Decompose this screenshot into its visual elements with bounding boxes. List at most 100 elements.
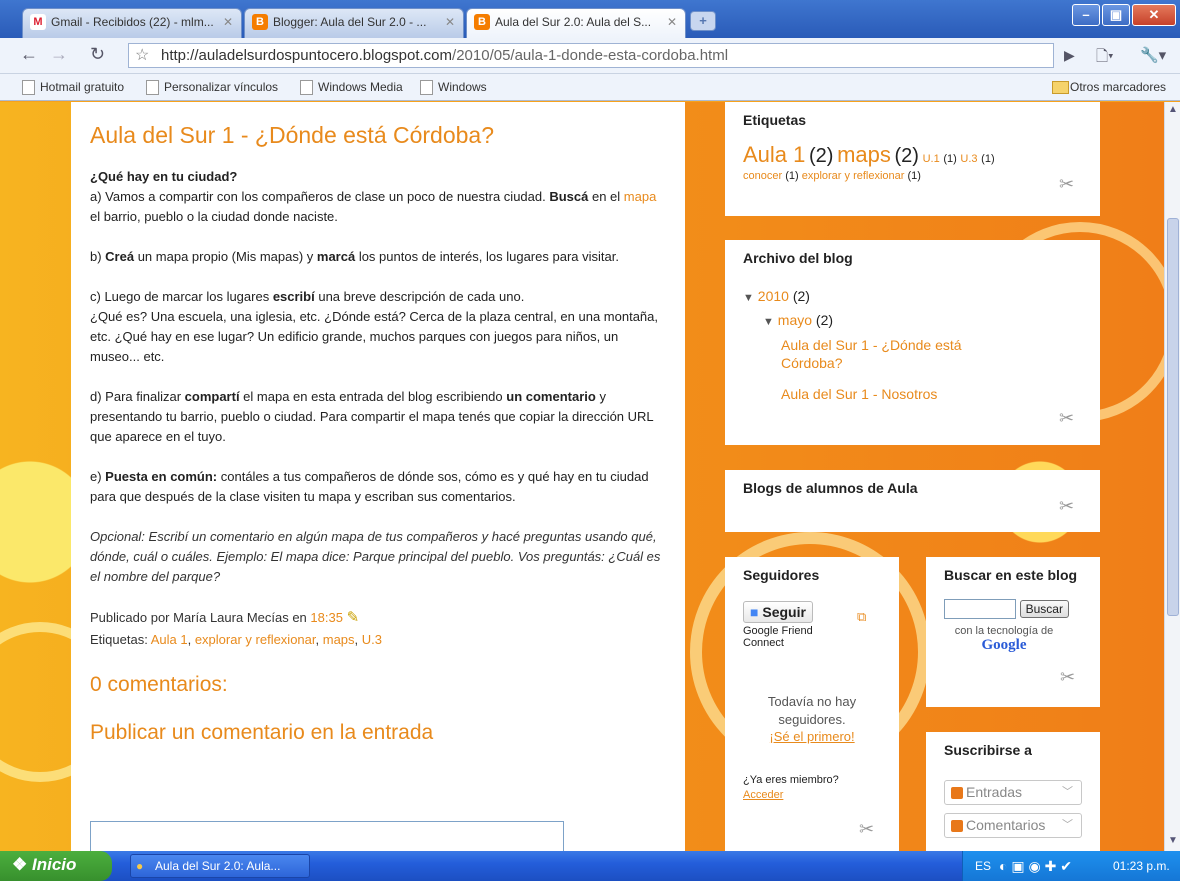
new-tab-button[interactable]: +	[690, 11, 716, 31]
label-explorar[interactable]: explorar y reflexionar	[802, 170, 905, 182]
taskbar-window-button[interactable]: ● Aula del Sur 2.0: Aula...	[130, 854, 310, 878]
close-tab-icon[interactable]: ✕	[445, 9, 455, 35]
label-count: (2)	[809, 145, 834, 167]
subscribe-posts-dropdown[interactable]: Entradas ﹀	[944, 780, 1082, 805]
label-count: (1)	[907, 170, 921, 182]
archive-post-title[interactable]: Aula del Sur 1 - ¿Dónde está Córdoba?	[781, 337, 962, 371]
text: b)	[90, 249, 106, 264]
edit-widget-icon[interactable]: ✂	[1059, 408, 1074, 429]
widget-title: Suscribirse a	[944, 742, 1032, 758]
dropdown-label: Comentarios	[966, 817, 1046, 833]
blogger-icon: B	[474, 14, 490, 30]
close-window-button[interactable]: ✕	[1132, 4, 1176, 26]
archive-year-link[interactable]: 2010	[758, 288, 789, 304]
edit-pencil-icon[interactable]: ✎	[347, 609, 360, 626]
tab-aula-del-sur[interactable]: B Aula del Sur 2.0: Aula del S... ✕	[466, 8, 686, 39]
wrench-menu-icon[interactable]: 🔧▾	[1140, 46, 1166, 64]
label-u1[interactable]: U.1	[923, 153, 940, 165]
label-link[interactable]: explorar y reflexionar	[195, 632, 316, 647]
text-bold: escribí	[272, 289, 315, 304]
be-first-link[interactable]: ¡Sé el primero!	[769, 729, 854, 744]
google-plus-icon: ■	[750, 604, 759, 620]
widget-title: Seguidores	[743, 567, 820, 583]
text-bold: un comentario	[506, 389, 596, 404]
bookmark-personalizar[interactable]: Personalizar vínculos	[146, 80, 278, 95]
label-maps[interactable]: maps	[837, 142, 891, 167]
post-time-link[interactable]: 18:35	[310, 610, 343, 625]
back-icon[interactable]: ←	[20, 44, 38, 65]
collapse-triangle-icon[interactable]: ▼	[763, 316, 774, 328]
collapse-triangle-icon[interactable]: ▼	[743, 292, 754, 304]
vertical-scrollbar[interactable]: ▲ ▼	[1164, 102, 1180, 851]
rss-icon	[951, 820, 963, 833]
archive-post-link[interactable]: Aula del Sur 1 - Nosotros	[781, 386, 1082, 402]
subscribe-comments-dropdown[interactable]: Comentarios ﹀	[944, 813, 1082, 838]
page-viewport: Aula del Sur 1 - ¿Dónde está Córdoba? ¿Q…	[0, 102, 1164, 851]
chevron-down-icon: ﹀	[1062, 786, 1073, 798]
login-link[interactable]: Acceder	[743, 789, 783, 801]
paragraph-d: d) Para finalizar compartí el mapa en es…	[90, 387, 667, 447]
close-tab-icon[interactable]: ✕	[667, 9, 677, 35]
minimize-button[interactable]: –	[1072, 4, 1100, 26]
search-button[interactable]: Buscar	[1019, 600, 1069, 618]
label-u3[interactable]: U.3	[960, 153, 977, 165]
url-host: http://auladelsurdospuntocero.blogspot.c…	[161, 47, 453, 64]
taskbar-window-label: Aula del Sur 2.0: Aula...	[155, 859, 281, 873]
url-bar[interactable]: ☆ http://auladelsurdospuntocero.blogspot…	[128, 43, 1054, 68]
go-icon[interactable]: ▶	[1064, 47, 1075, 64]
reload-icon[interactable]: ↻	[90, 44, 105, 65]
bookmark-star-icon[interactable]: ☆	[135, 44, 149, 67]
close-tab-icon[interactable]: ✕	[223, 9, 233, 35]
rss-icon	[951, 787, 963, 800]
popout-icon[interactable]: ⧉	[857, 609, 866, 625]
tab-gmail[interactable]: M Gmail - Recibidos (22) - mlm... ✕	[22, 8, 242, 38]
edit-widget-icon[interactable]: ✂	[1059, 174, 1074, 195]
scroll-down-icon[interactable]: ▼	[1168, 835, 1178, 846]
edit-widget-icon[interactable]: ✂	[1060, 667, 1075, 688]
label-conocer[interactable]: conocer	[743, 170, 782, 182]
tab-blogger[interactable]: B Blogger: Aula del Sur 2.0 - ... ✕	[244, 8, 464, 38]
language-indicator[interactable]: ES	[975, 851, 991, 881]
other-bookmarks-folder[interactable]: Otros marcadores	[1052, 80, 1166, 94]
subscribe-options: Entradas ﹀ Comentarios ﹀	[944, 780, 1082, 838]
comments-count: 0 comentarios:	[90, 673, 228, 696]
chevron-down-icon: ﹀	[1062, 819, 1073, 831]
map-link[interactable]: mapa	[624, 189, 657, 204]
archive-post-link[interactable]: Aula del Sur 1 - ¿Dónde está Córdoba?	[781, 336, 1011, 372]
archive-year[interactable]: ▼ 2010 (2)	[743, 288, 1082, 304]
label-link[interactable]: maps	[323, 632, 355, 647]
comment-input[interactable]	[90, 821, 564, 851]
student-blogs-widget: Blogs de alumnos de Aula ✂	[725, 470, 1100, 532]
bookmark-windows-media[interactable]: Windows Media	[300, 80, 403, 95]
label-aula-1[interactable]: Aula 1	[743, 142, 805, 167]
text: a) Vamos a compartir con los compañeros …	[90, 189, 550, 204]
label-count: (2)	[894, 145, 919, 167]
start-button[interactable]: ❖ Inicio	[0, 851, 112, 881]
edit-widget-icon[interactable]: ✂	[1059, 496, 1074, 517]
archive-widget: Archivo del blog ▼ 2010 (2) ▼ mayo (2) A…	[725, 240, 1100, 445]
text: en el	[588, 189, 624, 204]
label-link[interactable]: Aula 1	[151, 632, 188, 647]
maximize-button[interactable]: ▣	[1102, 4, 1130, 26]
archive-month[interactable]: ▼ mayo (2)	[763, 312, 1082, 328]
bookmark-hotmail[interactable]: Hotmail gratuito	[22, 80, 124, 95]
label-link[interactable]: U.3	[362, 632, 382, 647]
page-menu-icon[interactable]: 🗋▾	[1096, 46, 1114, 71]
tray-icons[interactable]: ◐ ▣ ◉ ✚ ✔	[999, 851, 1072, 881]
follow-button[interactable]: ■ Seguir	[743, 601, 813, 623]
paragraph-e: e) Puesta en común: contáles a tus compa…	[90, 467, 667, 507]
search-input[interactable]	[944, 599, 1016, 619]
search-row: Buscar	[944, 599, 1082, 619]
text-bold: Creá	[105, 249, 135, 264]
edit-widget-icon[interactable]: ✂	[859, 819, 874, 840]
archive-post-title[interactable]: Aula del Sur 1 - Nosotros	[781, 386, 937, 402]
post-title[interactable]: Aula del Sur 1 - ¿Dónde está Córdoba?	[90, 122, 667, 149]
forward-icon[interactable]: →	[50, 44, 68, 65]
scrollbar-thumb[interactable]	[1167, 218, 1179, 616]
archive-month-link[interactable]: mayo	[778, 312, 812, 328]
windows-logo-icon: ❖	[12, 855, 28, 874]
bookmark-windows[interactable]: Windows	[420, 80, 487, 95]
scroll-up-icon[interactable]: ▲	[1168, 104, 1178, 115]
paragraph-a: ¿Qué hay en tu ciudad? a) Vamos a compar…	[90, 167, 667, 227]
question-heading: ¿Qué hay en tu ciudad?	[90, 169, 238, 184]
